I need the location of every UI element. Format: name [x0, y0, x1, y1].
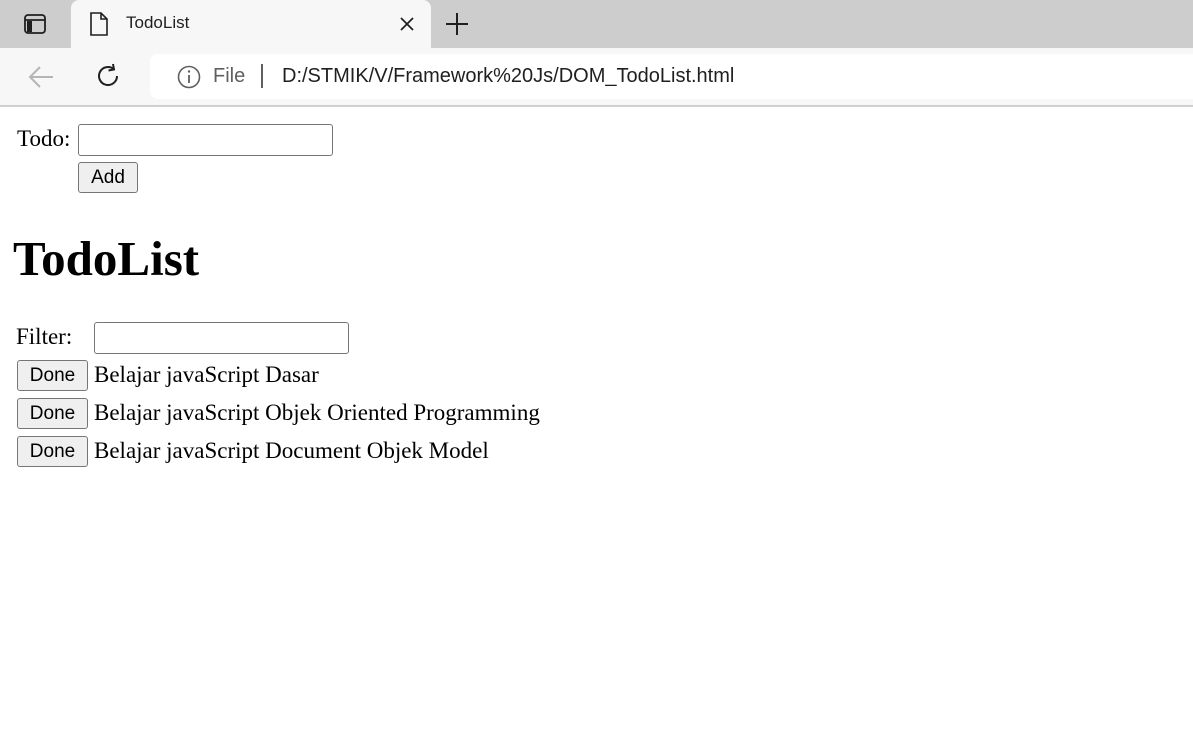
- filter-input[interactable]: [94, 322, 349, 354]
- tab-actions-icon: [24, 14, 46, 34]
- todo-input[interactable]: [78, 124, 333, 156]
- tab-actions-button[interactable]: [0, 0, 70, 48]
- page-icon: [90, 12, 108, 36]
- scheme-label: File: [213, 65, 246, 87]
- close-icon[interactable]: [399, 16, 415, 32]
- todo-text: Belajar javaScript Dasar: [94, 362, 319, 387]
- address-bar[interactable]: File D:/STMIK/V/Framework%20Js/DOM_TodoL…: [150, 54, 1193, 99]
- add-button[interactable]: Add: [78, 162, 138, 193]
- info-icon[interactable]: [177, 65, 201, 89]
- page-content: Todo: Add TodoList Filter: Done Belajar …: [0, 107, 1193, 743]
- reload-icon[interactable]: [94, 62, 122, 90]
- filter-label: Filter:: [16, 324, 73, 349]
- done-button[interactable]: Done: [17, 398, 88, 429]
- tab-strip: TodoList: [0, 0, 1193, 48]
- todo-text: Belajar javaScript Objek Oriented Progra…: [94, 400, 540, 425]
- browser-toolbar: File D:/STMIK/V/Framework%20Js/DOM_TodoL…: [0, 48, 1193, 107]
- back-arrow-icon[interactable]: [27, 64, 55, 90]
- done-button[interactable]: Done: [17, 360, 88, 391]
- page-title: TodoList: [13, 231, 200, 286]
- tab-title: TodoList: [126, 13, 190, 32]
- active-tab[interactable]: TodoList: [71, 0, 431, 48]
- new-tab-icon[interactable]: [444, 11, 470, 37]
- done-button[interactable]: Done: [17, 436, 88, 467]
- url-text[interactable]: D:/STMIK/V/Framework%20Js/DOM_TodoList.h…: [282, 65, 734, 88]
- todo-label: Todo:: [17, 126, 71, 151]
- todo-text: Belajar javaScript Document Objek Model: [94, 438, 489, 463]
- address-divider: [261, 64, 263, 88]
